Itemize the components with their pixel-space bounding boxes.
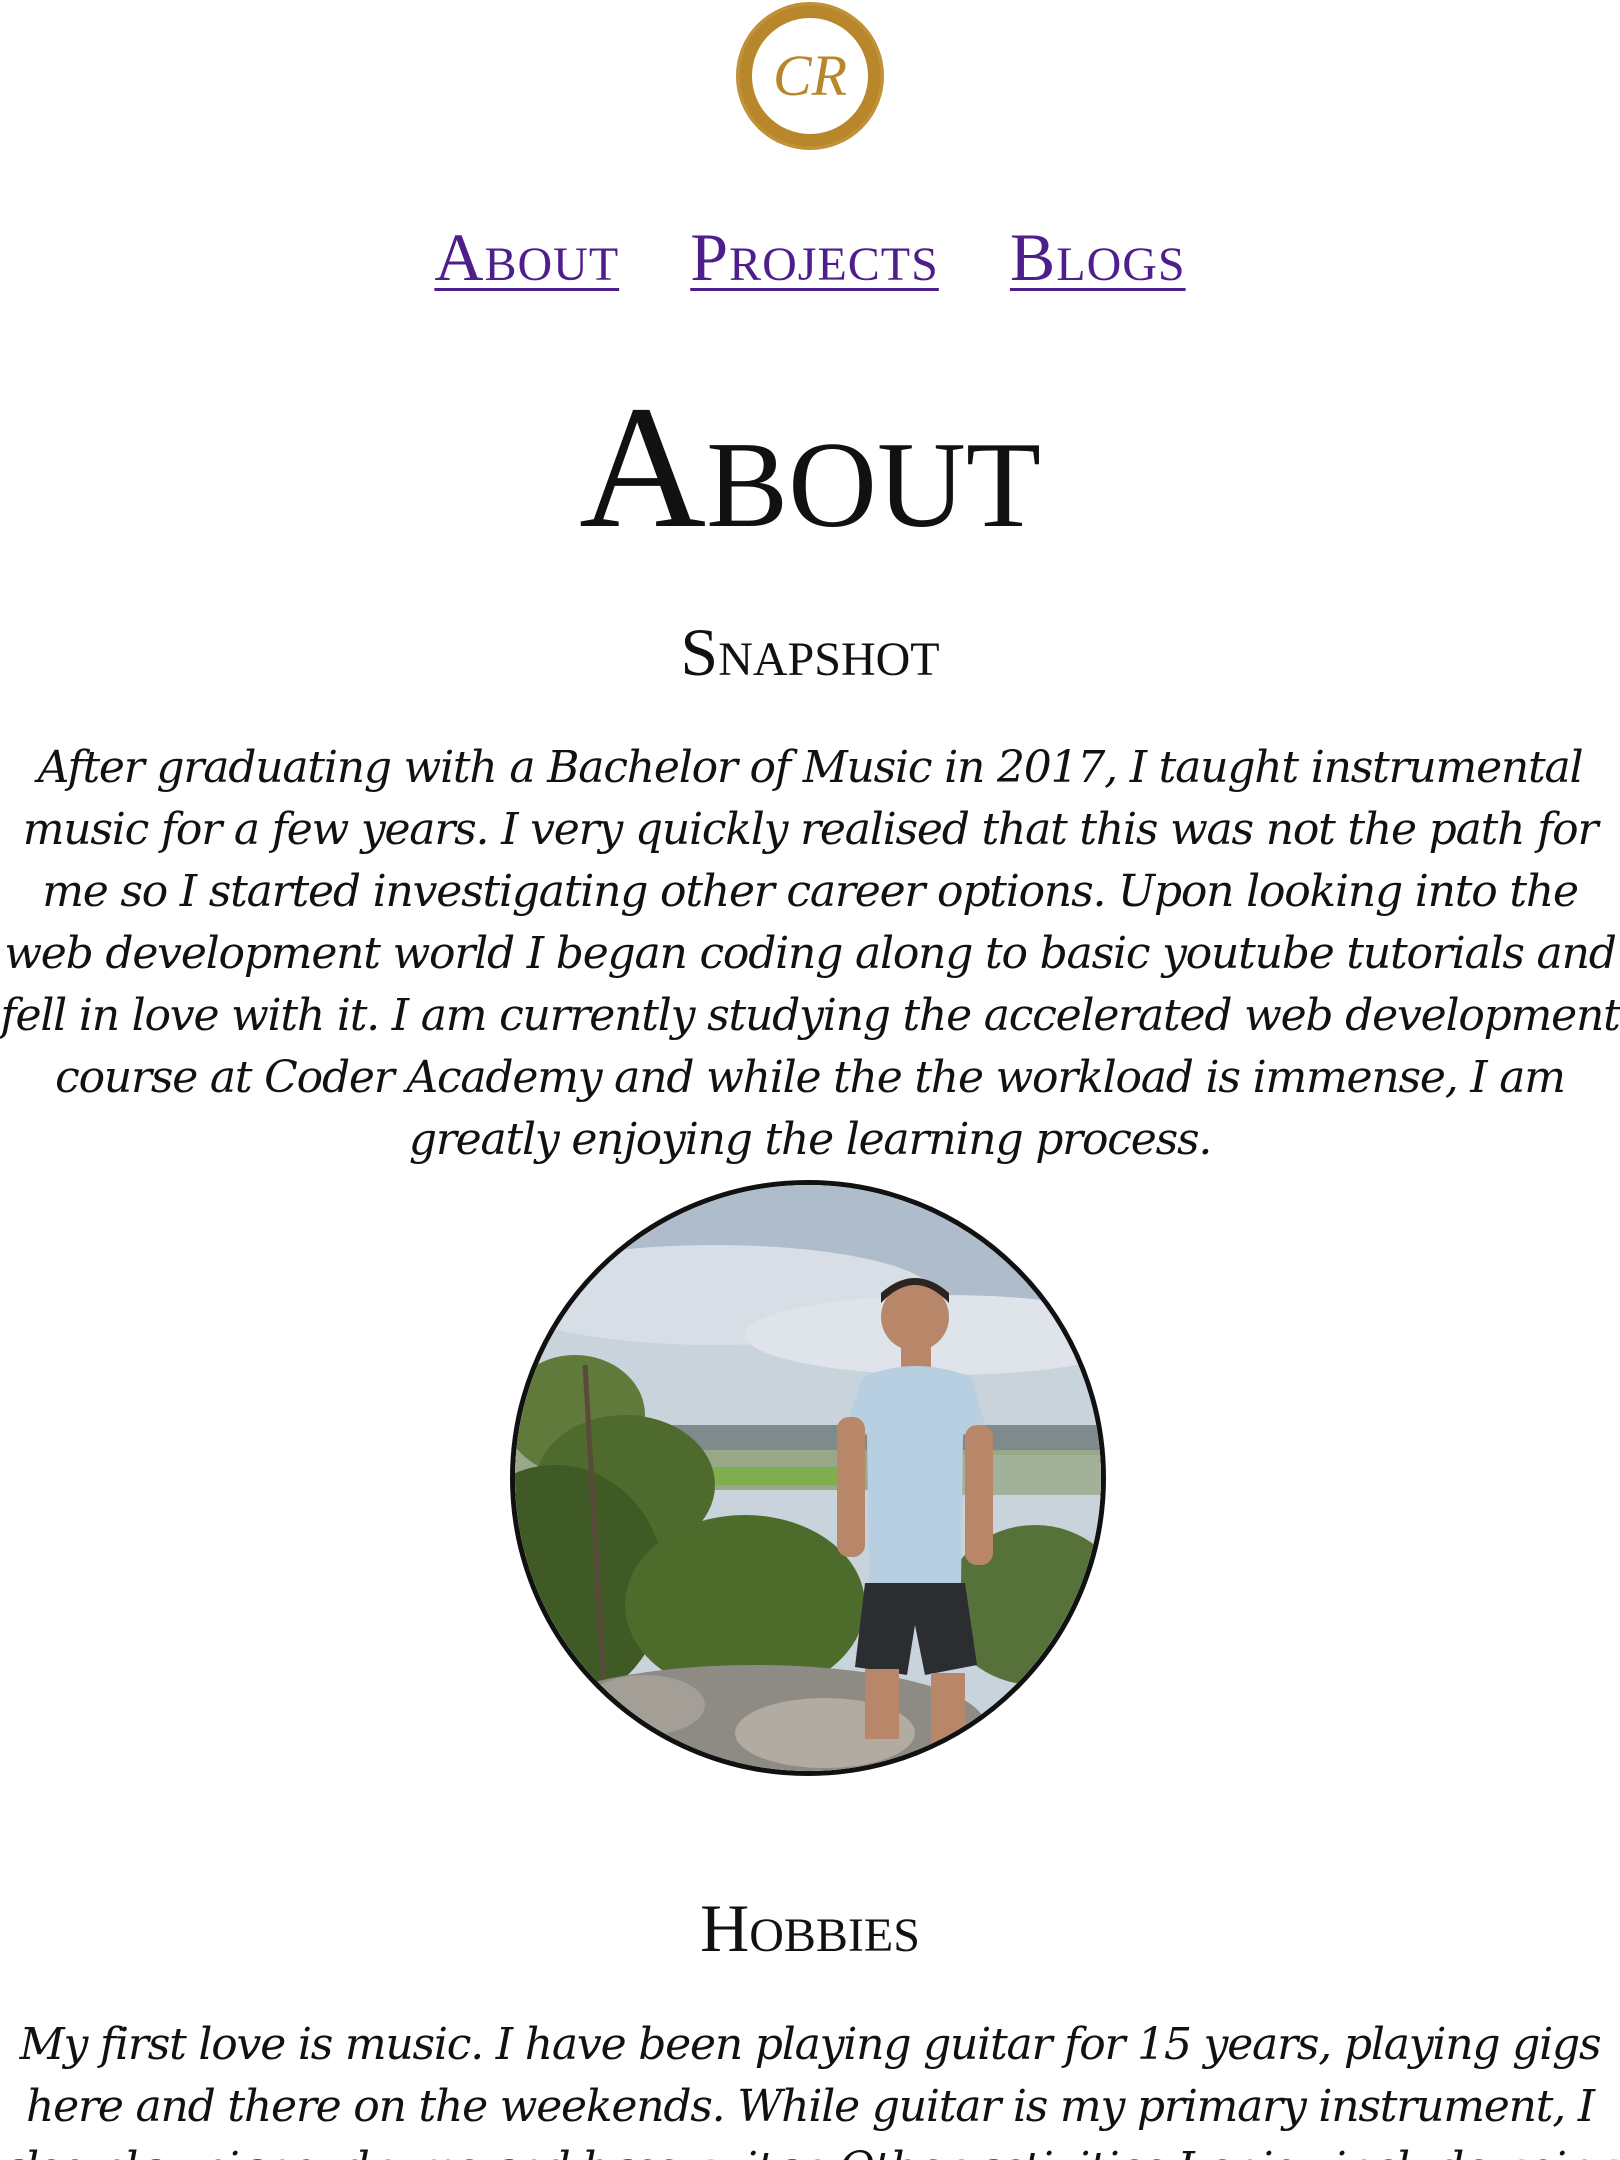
hobbies-paragraph: My first love is music. I have been play… <box>0 2019 1620 2160</box>
snapshot-heading: Snapshot <box>680 614 940 690</box>
hobbies-heading: Hobbies <box>700 1890 920 1966</box>
profile-photo-illustration <box>515 1185 1101 1771</box>
snapshot-paragraph: After graduating with a Bachelor of Musi… <box>0 742 1620 1165</box>
nav-link-blogs[interactable]: Blogs <box>1010 219 1186 295</box>
main-nav: About Projects Blogs <box>0 218 1620 297</box>
nav-link-projects[interactable]: Projects <box>690 219 939 295</box>
nav-link-about[interactable]: About <box>434 219 619 295</box>
cr-logo[interactable]: CR <box>716 0 904 155</box>
page-title: About <box>579 370 1041 565</box>
logo-monogram: CR <box>773 43 847 108</box>
profile-photo <box>510 1180 1106 1776</box>
